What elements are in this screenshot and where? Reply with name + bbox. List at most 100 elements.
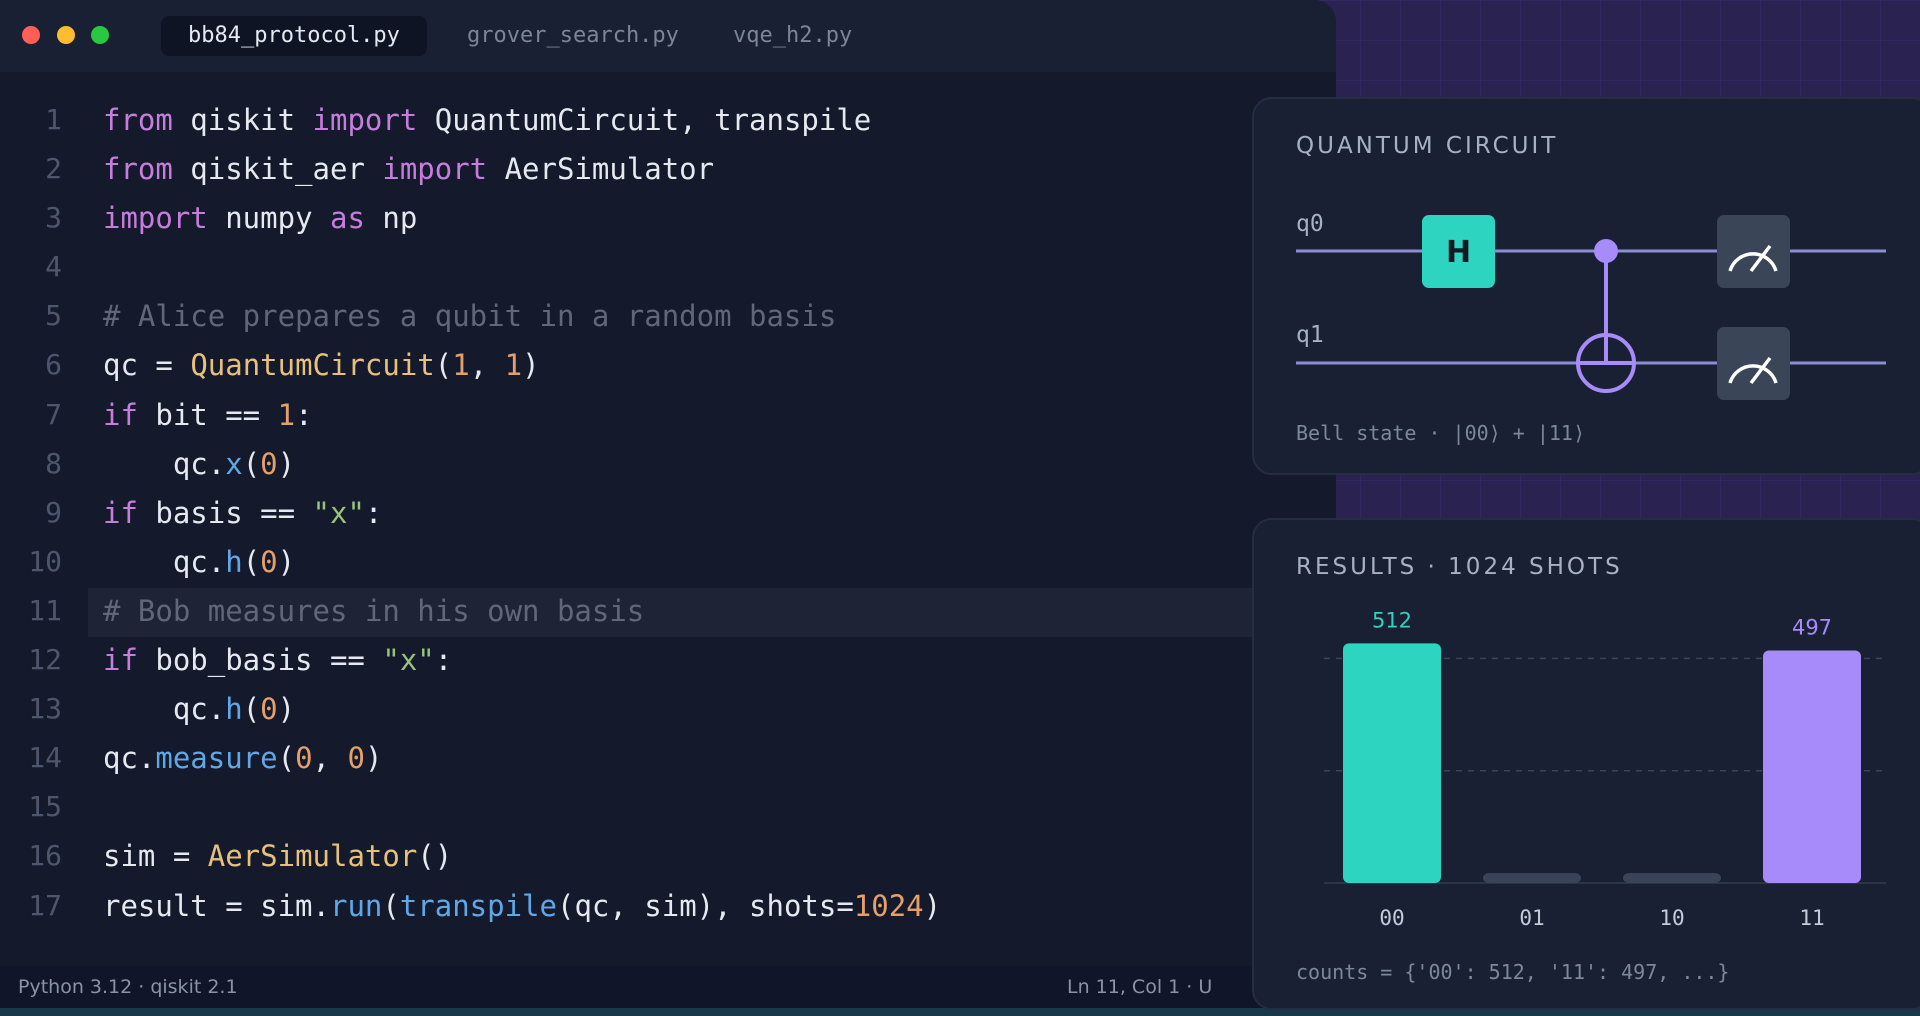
code-line[interactable]: 15: [0, 784, 1336, 833]
line-number: 5: [45, 299, 62, 333]
code-token: sim =: [103, 839, 208, 874]
cursor-position-status[interactable]: Ln 11, Col 1 · U: [1067, 976, 1212, 998]
code-token: numpy: [207, 201, 330, 236]
code-token: bob_basis ==: [137, 643, 383, 678]
bar-01: [1483, 873, 1581, 883]
code-token: h: [225, 544, 243, 579]
line-source: qc.measure(0, 0): [103, 741, 382, 775]
code-line[interactable]: 7 if bit == 1:: [0, 392, 1336, 441]
tab-grover-search[interactable]: grover_search.py: [440, 16, 706, 56]
code-token: qiskit_aer: [172, 152, 383, 187]
code-line[interactable]: 2 from qiskit_aer import AerSimulator: [0, 146, 1336, 195]
line-source: qc.x(0): [103, 447, 295, 481]
code-line[interactable]: 9 if basis == "x":: [0, 490, 1336, 539]
minimize-window-button[interactable]: [57, 26, 75, 44]
code-token: from: [103, 152, 173, 187]
code-line[interactable]: 4: [0, 244, 1336, 293]
cnot-gate: [1576, 239, 1636, 393]
tab-bb84-protocol[interactable]: bb84_protocol.py: [161, 16, 427, 56]
code-line[interactable]: 13 qc.h(0): [0, 686, 1336, 735]
code-line[interactable]: 1 from qiskit import QuantumCircuit, tran…: [0, 97, 1336, 146]
hadamard-gate: H: [1422, 215, 1495, 288]
code-token: measure: [155, 741, 278, 776]
code-token: # Alice prepares a qubit in a random bas…: [103, 299, 837, 334]
line-source: qc.h(0): [103, 692, 295, 726]
line-number: 6: [45, 348, 62, 382]
line-source: import numpy as np: [103, 201, 417, 235]
code-line[interactable]: 6 qc = QuantumCircuit(1, 1): [0, 342, 1336, 391]
line-number: 12: [28, 643, 62, 677]
x-tick-label: 10: [1659, 906, 1684, 930]
code-token: 0: [260, 544, 278, 579]
code-token: qiskit: [172, 103, 313, 137]
qubit-label-q1: q1: [1296, 322, 1324, 348]
line-number: 2: [45, 152, 62, 186]
code-area[interactable]: 1 from qiskit import QuantumCircuit, tran…: [0, 97, 1336, 932]
code-token: 1: [504, 348, 523, 383]
code-token: ): [364, 741, 383, 776]
cnot-control-dot: [1594, 239, 1618, 263]
code-token: qc.: [103, 741, 156, 776]
code-line[interactable]: 5 # Alice prepares a qubit in a random ba…: [0, 293, 1336, 342]
x-tick-label: 00: [1379, 906, 1404, 930]
code-line[interactable]: 12 if bob_basis == "x":: [0, 637, 1336, 686]
code-token: 0: [260, 446, 278, 481]
code-token: ): [923, 888, 942, 923]
code-token: import: [312, 103, 418, 137]
code-token: if: [103, 495, 138, 530]
code-token: from: [103, 103, 173, 137]
circuit-caption: Bell state · |00⟩ + |11⟩: [1296, 421, 1585, 445]
code-token: AerSimulator: [487, 152, 715, 187]
code-line[interactable]: 16 sim = AerSimulator(): [0, 833, 1336, 882]
code-token: 0: [347, 741, 365, 776]
code-token: qc.: [103, 692, 226, 727]
bar-value-label: 512: [1372, 608, 1412, 632]
quantum-circuit-panel: QUANTUM CIRCUIT q0 q1 H Bell state · |00…: [1252, 97, 1920, 475]
code-token: ,: [469, 348, 505, 383]
code-token: QuantumCircuit: [190, 348, 435, 383]
line-number: 1: [45, 103, 62, 136]
code-token: (: [382, 888, 400, 923]
results-bar-chart: 512 00 01 10 497 11: [1324, 608, 1886, 930]
code-line[interactable]: 3 import numpy as np: [0, 195, 1336, 244]
line-number: 7: [45, 397, 62, 431]
code-token: as: [329, 201, 365, 236]
close-window-button[interactable]: [22, 26, 40, 44]
code-token: :: [434, 643, 453, 678]
code-token: :: [295, 397, 313, 432]
line-number: 4: [45, 250, 62, 284]
code-token: qc.: [103, 446, 226, 481]
bar-00: [1343, 643, 1441, 883]
code-token: AerSimulator: [207, 839, 418, 874]
code-token: 0: [260, 692, 278, 727]
code-token: h: [225, 692, 243, 727]
code-line[interactable]: 10 qc.h(0): [0, 539, 1336, 588]
line-source: # Bob measures in his own basis: [103, 594, 644, 628]
measure-gate-q1: [1717, 327, 1790, 400]
line-source: sim = AerSimulator(): [103, 839, 452, 873]
code-token: QuantumCircuit, transpile: [417, 103, 872, 137]
code-line[interactable]: 11 # Bob measures in his own basis: [28, 587, 1336, 638]
code-line[interactable]: 8 qc.x(0): [0, 441, 1336, 490]
language-status: Python 3.12 · qiskit 2.1: [18, 976, 238, 998]
line-number: 9: [45, 495, 62, 529]
code-line[interactable]: 17 result = sim.run(transpile(qc, sim), s…: [0, 883, 1336, 932]
hadamard-gate-label: H: [1446, 235, 1471, 270]
qubit-label-q0: q0: [1296, 211, 1324, 237]
code-line[interactable]: 14 qc.measure(0, 0): [0, 735, 1336, 784]
line-source: result = sim.run(transpile(qc, sim), sho…: [103, 889, 941, 923]
code-token: import: [103, 201, 208, 236]
code-token: (: [434, 348, 453, 383]
line-source: from qiskit_aer import AerSimulator: [103, 152, 714, 186]
code-token: "x": [312, 495, 365, 530]
line-number: 10: [28, 544, 62, 578]
zoom-window-button[interactable]: [91, 26, 109, 44]
results-panel: RESULTS · 1024 SHOTS 512 00 01 10 497 11 coun…: [1252, 518, 1920, 1010]
line-source: qc.h(0): [103, 545, 295, 579]
tab-vqe-h2[interactable]: vqe_h2.py: [706, 16, 879, 56]
code-token: ,: [312, 741, 348, 776]
bar-10: [1623, 873, 1721, 883]
code-token: 1024: [853, 888, 924, 923]
code-token: ): [277, 446, 296, 481]
code-token: if: [103, 643, 138, 678]
